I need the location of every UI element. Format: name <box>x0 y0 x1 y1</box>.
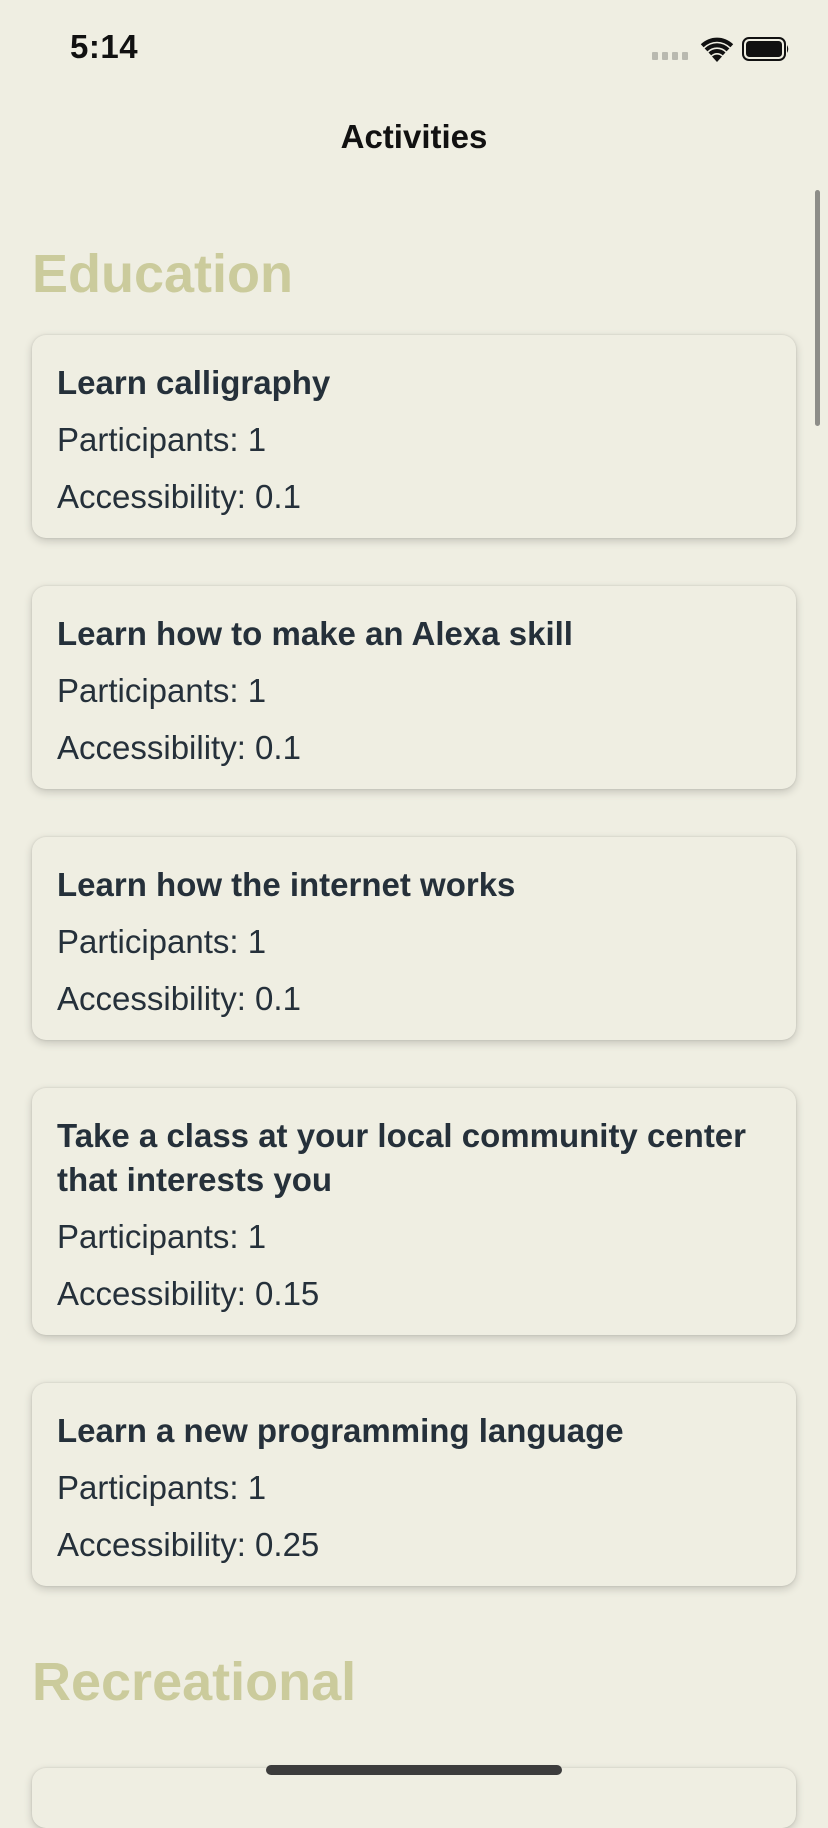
activity-name: Learn a new programming language <box>57 1412 624 1449</box>
activity-accessibility: Accessibility: 0.1 <box>57 478 301 515</box>
signal-icon <box>652 52 688 60</box>
status-bar: 5:14 <box>0 0 828 96</box>
activity-card[interactable]: Learn how the internet works Participant… <box>32 837 796 1040</box>
activity-participants: Participants: 1 <box>57 421 267 458</box>
activity-card[interactable]: Take a class at your local community cen… <box>32 1088 796 1335</box>
activity-participants: Participants: 1 <box>57 1218 267 1255</box>
activity-participants: Participants: 1 <box>57 923 267 960</box>
activity-card[interactable]: Learn calligraphy Participants: 1 Access… <box>32 335 796 538</box>
activity-participants: Participants: 1 <box>57 1469 267 1506</box>
section-title-education: Education <box>32 244 294 304</box>
activity-name: Take a class at your local community cen… <box>57 1117 747 1198</box>
battery-icon <box>742 37 789 61</box>
wifi-icon <box>700 37 734 62</box>
activity-name: Learn how the internet works <box>57 866 516 903</box>
page-title: Activities <box>340 118 488 155</box>
activity-participants: Participants: 1 <box>57 672 267 709</box>
section-title-recreational: Recreational <box>32 1652 357 1712</box>
activity-name: Learn calligraphy <box>57 364 331 401</box>
home-indicator[interactable] <box>266 1765 562 1775</box>
activity-accessibility: Accessibility: 0.1 <box>57 729 301 766</box>
activity-accessibility: Accessibility: 0.1 <box>57 980 301 1017</box>
activity-accessibility: Accessibility: 0.25 <box>57 1526 320 1563</box>
scrollbar[interactable] <box>815 190 820 426</box>
activity-accessibility: Accessibility: 0.15 <box>57 1275 320 1312</box>
activity-card[interactable]: Learn a new programming language Partici… <box>32 1383 796 1586</box>
activity-name: Learn how to make an Alexa skill <box>57 615 573 652</box>
activity-card[interactable] <box>32 1768 796 1828</box>
activity-card[interactable]: Learn how to make an Alexa skill Partici… <box>32 586 796 789</box>
status-time: 5:14 <box>70 28 139 65</box>
